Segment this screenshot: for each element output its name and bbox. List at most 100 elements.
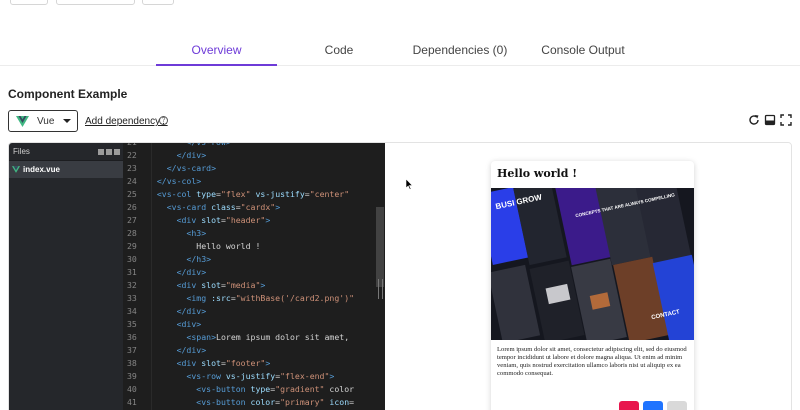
code-line[interactable]: 27 <div slot="header"> <box>123 214 385 227</box>
line-number: 33 <box>127 293 137 303</box>
code-line[interactable]: 38 <div slot="footer"> <box>123 357 385 370</box>
line-number: 39 <box>127 371 137 381</box>
vue-file-icon <box>12 166 20 173</box>
help-icon[interactable]: ? <box>159 116 168 125</box>
tab-dependencies[interactable]: Dependencies (0) <box>404 36 516 66</box>
new-folder-icon[interactable] <box>98 148 104 155</box>
code-line[interactable]: 40 <vs-button type="gradient" color <box>123 383 385 396</box>
editor-scroll-grip <box>378 279 383 299</box>
fullscreen-icon[interactable] <box>780 114 792 126</box>
line-code: </div> <box>176 267 207 277</box>
tab-overview[interactable]: Overview <box>156 36 277 66</box>
code-editor[interactable]: 41 <vs-button color="primary" icon= 40 <v… <box>123 143 385 410</box>
line-code: <div slot="media"> <box>176 280 266 290</box>
new-file-icon[interactable] <box>106 148 112 155</box>
card-body-text: Lorem ipsum dolor sit amet, consectetur … <box>497 346 687 377</box>
line-code: </vs-card> <box>166 163 217 173</box>
line-code: </div> <box>176 150 207 160</box>
preview-card: Hello world ! BUSI GROW CONCEPTS THAT AR… <box>491 161 694 410</box>
code-line[interactable]: 31 </div> <box>123 266 385 279</box>
code-line[interactable]: 22 </div> <box>123 149 385 162</box>
line-number: 40 <box>127 384 137 394</box>
line-code: <h3> <box>186 228 207 238</box>
line-number: 24 <box>127 176 137 186</box>
top-button-2[interactable] <box>56 0 135 5</box>
tab-console-output[interactable]: Console Output <box>532 36 634 66</box>
sandbox-frame: Files index.vue 41 <vs-button color="pri… <box>8 142 792 410</box>
line-code: </h3> <box>186 254 212 264</box>
line-code: </div> <box>176 306 207 316</box>
editor-scroll-thumb[interactable] <box>376 207 384 287</box>
line-number: 25 <box>127 189 137 199</box>
code-line[interactable]: 35 <div> <box>123 318 385 331</box>
line-number: 21 <box>123 143 147 149</box>
line-code: <span>Lorem ipsum dolor sit amet, <box>186 332 350 342</box>
line-number: 32 <box>127 280 137 290</box>
code-line[interactable]: 37 </div> <box>123 344 385 357</box>
card-media-image: BUSI GROW CONCEPTS THAT ARE ALWAYS COMPE… <box>491 188 694 340</box>
line-number: 34 <box>127 306 137 316</box>
files-header: Files <box>9 143 123 161</box>
line-number: 37 <box>127 345 137 355</box>
code-line[interactable]: 24 </vs-col> <box>123 175 385 188</box>
mouse-cursor-icon <box>406 179 414 190</box>
file-name: index.vue <box>23 165 60 174</box>
code-line[interactable]: 26 <vs-card class="cardx"> <box>123 201 385 214</box>
file-item-index-vue[interactable]: index.vue <box>9 161 123 178</box>
line-number: 35 <box>127 319 137 329</box>
editor-scrollbar[interactable] <box>375 143 385 410</box>
disabled-button[interactable] <box>667 401 687 410</box>
code-line[interactable]: 41 <vs-button color="primary" icon= <box>123 396 385 409</box>
code-line[interactable]: 21 </vs-row> <box>123 143 385 149</box>
line-code: <vs-button color="primary" icon= <box>196 397 355 407</box>
code-line[interactable]: 28 <h3> <box>123 227 385 240</box>
line-number: 22 <box>127 150 137 160</box>
code-line[interactable]: 36 <span>Lorem ipsum dolor sit amet, <box>123 331 385 344</box>
media-collage: BUSI GROW CONCEPTS THAT ARE ALWAYS COMPE… <box>491 188 694 340</box>
files-panel: Files index.vue <box>9 143 123 410</box>
tab-code[interactable]: Code <box>300 36 378 66</box>
collapse-icon[interactable] <box>114 148 120 155</box>
line-number: 30 <box>127 254 137 264</box>
code-line[interactable]: 34 </div> <box>123 305 385 318</box>
preview-pane: Hello world ! BUSI GROW CONCEPTS THAT AR… <box>385 143 791 410</box>
line-code: <img :src="withBase('/card2.png')" <box>186 293 355 303</box>
gutter-divider <box>151 143 152 410</box>
line-number: 28 <box>127 228 137 238</box>
line-number: 29 <box>127 241 137 251</box>
line-code: <vs-card class="cardx"> <box>166 202 281 212</box>
code-line[interactable]: 30 </h3> <box>123 253 385 266</box>
line-number: 31 <box>127 267 137 277</box>
line-number: 27 <box>127 215 137 225</box>
top-button-1[interactable] <box>10 0 48 5</box>
line-code: </div> <box>176 345 207 355</box>
primary-button[interactable] <box>643 401 663 410</box>
code-line[interactable]: 29 Hello world ! <box>123 240 385 253</box>
section-title: Component Example <box>8 87 128 101</box>
card-title: Hello world ! <box>497 167 578 180</box>
line-code: <div> <box>176 319 202 329</box>
code-line[interactable]: 25 <vs-col type="flex" vs-justify="cente… <box>123 188 385 201</box>
vue-logo-icon <box>16 115 29 127</box>
line-code: </vs-col> <box>156 176 202 186</box>
line-code: <vs-row vs-justify="flex-end"> <box>186 371 335 381</box>
line-code: <div slot="footer"> <box>176 358 271 368</box>
layout-icon[interactable] <box>764 114 776 126</box>
code-line[interactable]: 32 <div slot="media"> <box>123 279 385 292</box>
code-line[interactable]: 39 <vs-row vs-justify="flex-end"> <box>123 370 385 383</box>
line-code: </vs-row> <box>147 143 230 147</box>
line-number: 41 <box>127 397 137 407</box>
code-line[interactable]: 33 <img :src="withBase('/card2.png')" <box>123 292 385 305</box>
line-code: <vs-button type="gradient" color <box>196 384 355 394</box>
line-code: <vs-col type="flex" vs-justify="center" <box>156 189 350 199</box>
refresh-icon[interactable] <box>748 114 760 126</box>
gradient-button[interactable] <box>619 401 639 410</box>
chevron-down-icon <box>63 119 71 123</box>
framework-select-value: Vue <box>37 115 55 127</box>
framework-select[interactable]: Vue <box>8 110 78 132</box>
code-line[interactable]: 23 </vs-card> <box>123 162 385 175</box>
line-number: 23 <box>127 163 137 173</box>
add-dependency-link[interactable]: Add dependency... <box>85 116 168 127</box>
line-code: Hello world ! <box>147 241 261 251</box>
top-button-3[interactable] <box>142 0 174 5</box>
